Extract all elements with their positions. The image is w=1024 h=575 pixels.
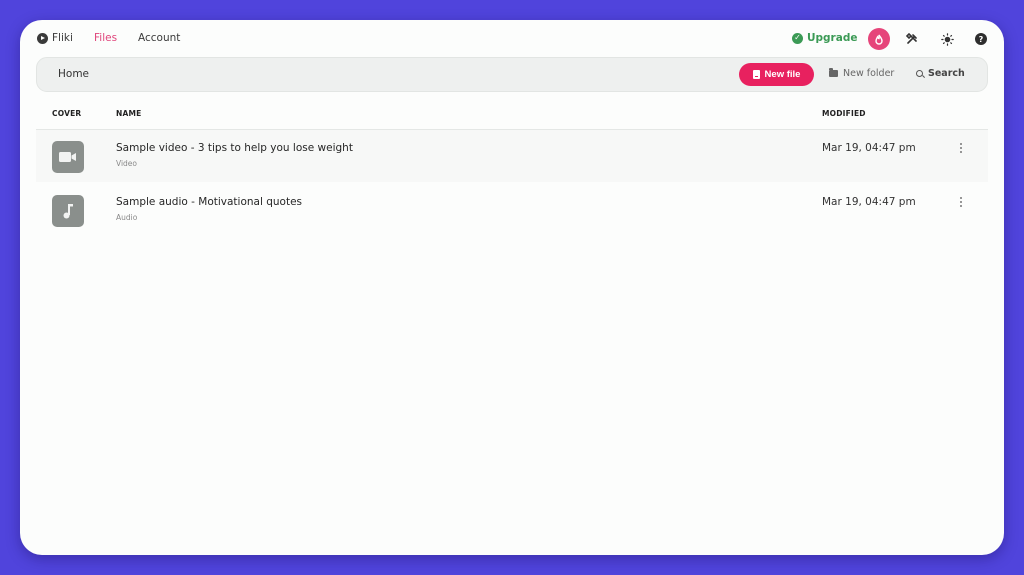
- video-camera-icon: [59, 152, 76, 162]
- verified-badge-icon: ✓: [792, 32, 803, 44]
- tools-button[interactable]: [903, 30, 921, 48]
- brand-label: Fliki: [52, 32, 73, 44]
- column-header-name[interactable]: NAME: [116, 109, 141, 118]
- file-add-icon: [752, 70, 760, 79]
- kebab-dot: [960, 205, 962, 207]
- new-folder-label: New folder: [843, 68, 895, 79]
- column-header-modified[interactable]: MODIFIED: [822, 109, 866, 118]
- more-options-button[interactable]: [956, 195, 966, 209]
- nav-item-account[interactable]: Account: [138, 32, 180, 44]
- file-modified: Mar 19, 04:47 pm: [822, 142, 916, 154]
- file-cover: [52, 141, 84, 173]
- file-title[interactable]: Sample video - 3 tips to help you lose w…: [116, 142, 353, 154]
- upgrade-label: Upgrade: [807, 32, 858, 44]
- top-nav: Fliki Files Account ✓ Upgrade ?: [20, 20, 1004, 58]
- upgrade-button[interactable]: ✓ Upgrade: [792, 32, 857, 44]
- flame-icon: [875, 34, 883, 45]
- streak-button[interactable]: [868, 28, 890, 50]
- new-file-label: New file: [764, 69, 801, 80]
- theme-toggle[interactable]: [938, 30, 956, 48]
- kebab-dot: [960, 143, 962, 145]
- help-icon: ?: [975, 33, 987, 45]
- file-row[interactable]: Sample video - 3 tips to help you lose w…: [36, 130, 988, 182]
- brand-link[interactable]: Fliki: [37, 32, 73, 44]
- kebab-dot: [960, 151, 962, 153]
- tools-icon: [906, 33, 917, 44]
- search-button[interactable]: Search: [916, 68, 965, 79]
- fliki-logo-icon: [37, 32, 48, 44]
- file-modified: Mar 19, 04:47 pm: [822, 196, 916, 208]
- search-label: Search: [928, 68, 965, 79]
- files-toolbar: Home New file New folder Search: [36, 57, 988, 92]
- app-window: Fliki Files Account ✓ Upgrade ? Home New…: [20, 20, 1004, 555]
- nav-item-account-label: Account: [138, 32, 181, 44]
- search-icon: [916, 70, 923, 77]
- breadcrumb-home[interactable]: Home: [58, 68, 89, 80]
- file-title[interactable]: Sample audio - Motivational quotes: [116, 196, 302, 208]
- nav-item-files[interactable]: Files: [94, 32, 117, 44]
- new-file-button[interactable]: New file: [739, 63, 814, 86]
- help-button[interactable]: ?: [972, 30, 990, 48]
- new-folder-button[interactable]: New folder: [829, 68, 894, 79]
- folder-add-icon: [829, 68, 838, 77]
- file-row[interactable]: Sample audio - Motivational quotes Audio…: [36, 184, 988, 236]
- file-type: Video: [116, 159, 138, 168]
- music-note-icon: [63, 204, 73, 219]
- kebab-dot: [960, 201, 962, 203]
- file-type: Audio: [116, 213, 138, 222]
- brightness-icon: [940, 32, 954, 46]
- more-options-button[interactable]: [956, 141, 966, 155]
- file-cover: [52, 195, 84, 227]
- kebab-dot: [960, 147, 962, 149]
- column-header-cover: COVER: [52, 109, 82, 118]
- kebab-dot: [960, 197, 962, 199]
- nav-item-files-label: Files: [94, 32, 118, 44]
